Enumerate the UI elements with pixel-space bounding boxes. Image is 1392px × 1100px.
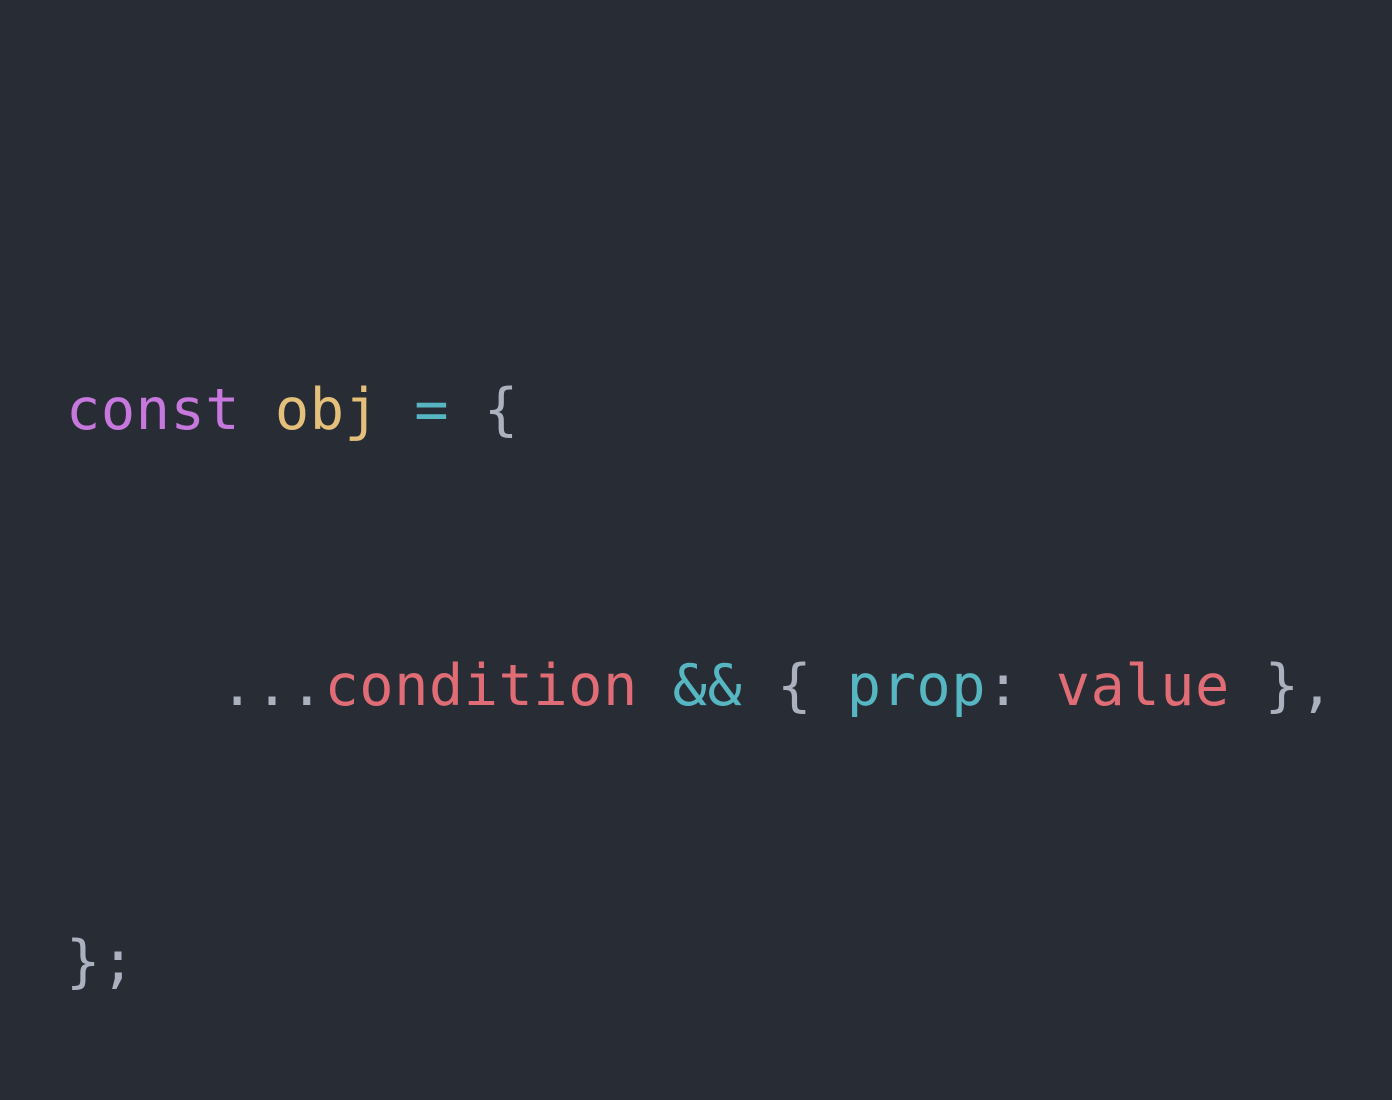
inner-open-brace: { [777,653,812,719]
code-line-1: const obj = { [66,364,1334,456]
condition-identifier: condition [324,653,638,719]
code-snippet: const obj = { ...condition && { prop: va… [66,180,1334,1100]
variable-name: obj [274,377,380,443]
closing-brace-semicolon: }; [66,929,136,995]
colon: : [986,653,1021,719]
code-line-2: ...condition && { prop: value }, [66,640,1334,732]
equals-operator: = [414,377,450,443]
spread-operator: ... [220,653,325,719]
open-brace: { [483,377,519,443]
prop-key: prop [846,653,987,719]
value-identifier: value [1055,653,1230,719]
code-line-3: }; [66,916,1334,1008]
inner-close-brace: }, [1264,653,1335,719]
logical-and-operator: && [672,653,743,719]
keyword-const: const [66,377,241,443]
